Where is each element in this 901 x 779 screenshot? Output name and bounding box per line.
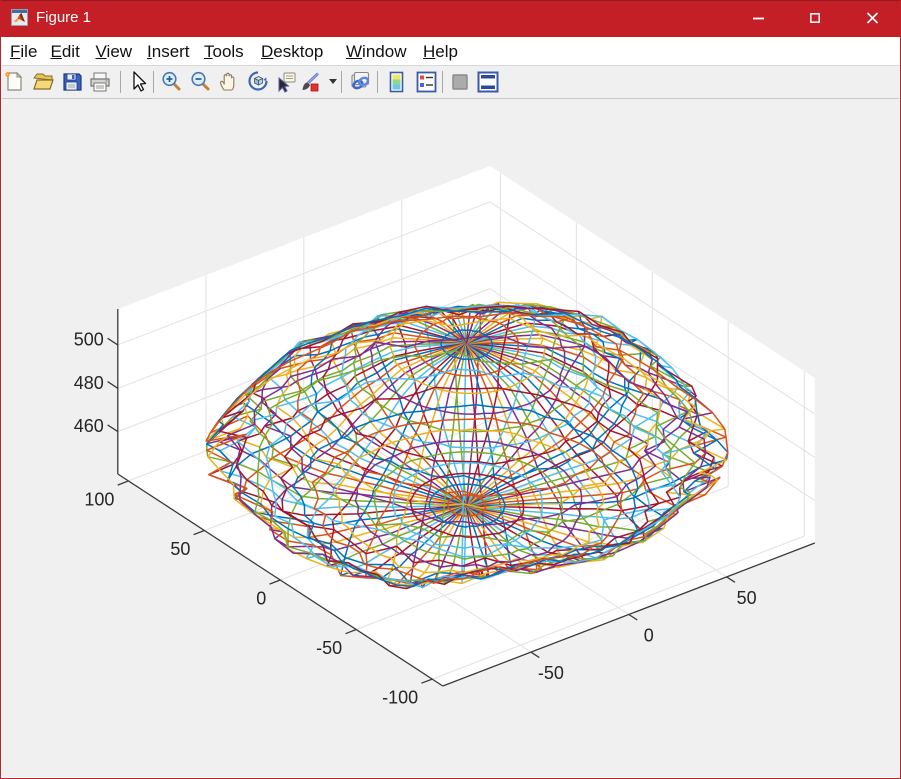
svg-text:100: 100 <box>84 489 114 509</box>
svg-text:0: 0 <box>256 589 266 609</box>
svg-text:480: 480 <box>74 373 104 393</box>
svg-text:-100: -100 <box>382 688 418 708</box>
svg-text:-50: -50 <box>316 638 342 658</box>
svg-text:460: 460 <box>74 416 104 436</box>
svg-text:50: 50 <box>170 539 190 559</box>
svg-text:50: 50 <box>737 588 757 608</box>
svg-text:0: 0 <box>644 626 654 646</box>
svg-text:-50: -50 <box>538 663 564 683</box>
svg-text:500: 500 <box>74 329 104 349</box>
